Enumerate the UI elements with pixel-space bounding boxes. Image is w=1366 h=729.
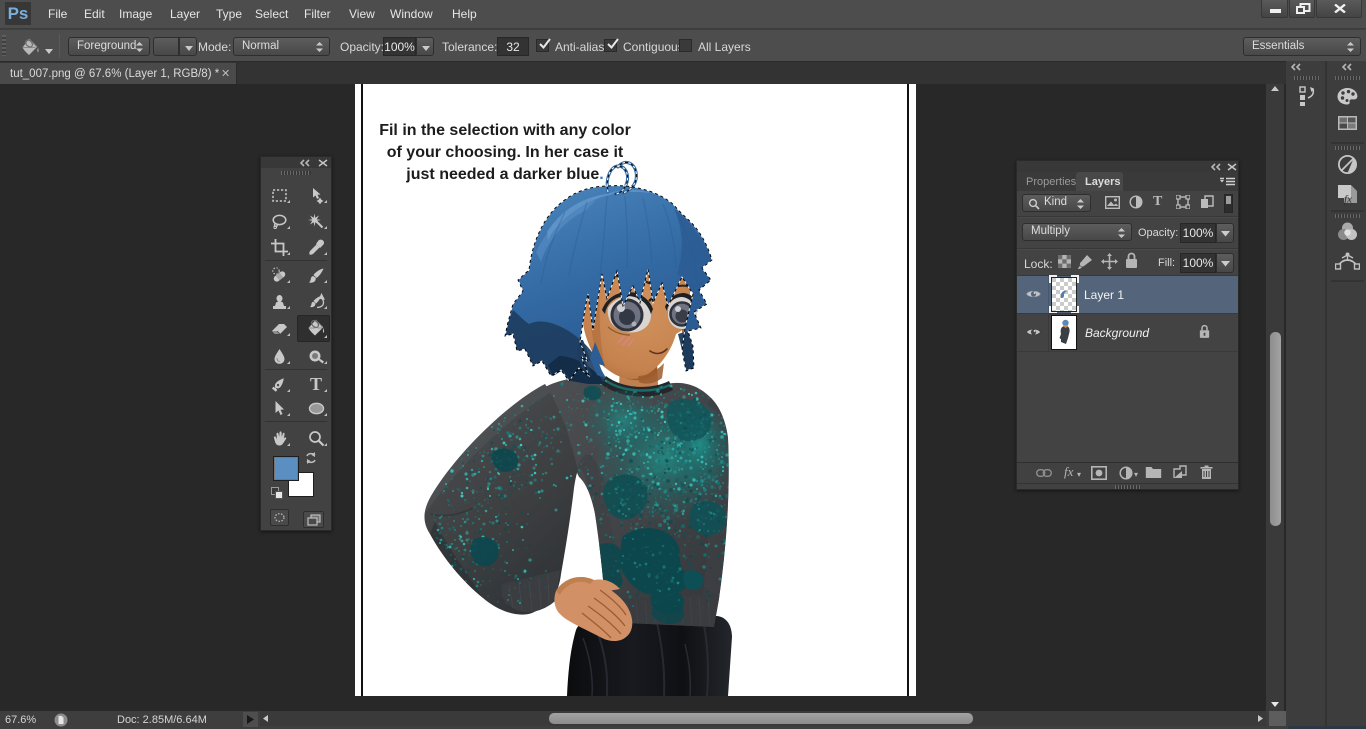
svg-text:fx: fx: [1344, 194, 1352, 206]
